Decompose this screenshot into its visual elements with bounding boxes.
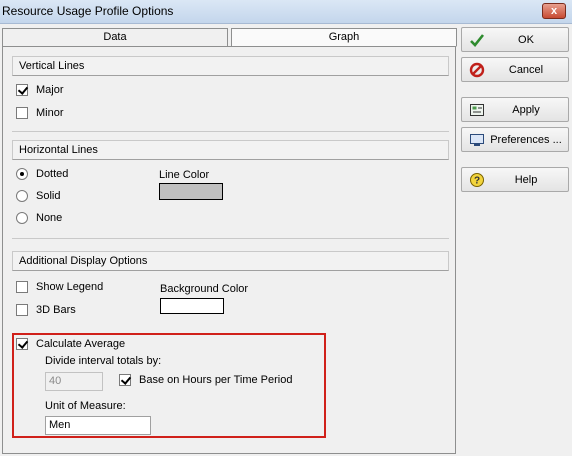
show-legend-label: Show Legend xyxy=(36,281,104,293)
title-bar: Resource Usage Profile Options x xyxy=(0,0,572,24)
line-color-swatch[interactable] xyxy=(159,183,223,200)
base-on-hours-label: Base on Hours per Time Period xyxy=(139,374,293,386)
background-color-label: Background Color xyxy=(160,283,249,295)
none-label: None xyxy=(36,212,63,224)
help-icon: ? xyxy=(470,173,484,187)
vertical-lines-header: Vertical Lines xyxy=(12,56,449,76)
divider xyxy=(12,131,449,132)
3d-bars-row[interactable]: 3D Bars xyxy=(16,304,76,316)
checkmark-icon xyxy=(470,34,485,47)
graph-panel: Vertical Lines Major Minor Horizontal Li… xyxy=(2,46,456,454)
base-on-hours-checkbox[interactable] xyxy=(119,374,131,386)
background-color-swatch[interactable] xyxy=(160,298,224,314)
window-title: Resource Usage Profile Options xyxy=(2,4,174,18)
calculate-average-label: Calculate Average xyxy=(36,338,126,350)
major-label: Major xyxy=(36,84,64,96)
calculate-average-checkbox[interactable] xyxy=(16,338,28,350)
3d-bars-checkbox[interactable] xyxy=(16,304,28,316)
apply-icon xyxy=(470,104,484,116)
dotted-radio-row[interactable]: Dotted xyxy=(16,168,68,180)
cancel-icon xyxy=(469,62,485,78)
major-checkbox[interactable] xyxy=(16,84,28,96)
dotted-radio[interactable] xyxy=(16,168,28,180)
minor-checkbox-row[interactable]: Minor xyxy=(16,107,64,119)
horizontal-lines-header: Horizontal Lines xyxy=(12,140,449,160)
show-legend-checkbox[interactable] xyxy=(16,281,28,293)
svg-text:?: ? xyxy=(474,176,480,187)
tab-data[interactable]: Data xyxy=(2,28,228,47)
preferences-icon xyxy=(470,134,484,146)
line-color-label: Line Color xyxy=(159,169,210,181)
cancel-button[interactable]: Cancel xyxy=(461,57,569,82)
unit-input[interactable]: Men xyxy=(45,416,151,435)
none-radio-row[interactable]: None xyxy=(16,212,62,224)
3d-bars-label: 3D Bars xyxy=(36,304,76,316)
ok-button[interactable]: OK xyxy=(461,27,569,52)
close-button[interactable]: x xyxy=(542,3,566,19)
preferences-button[interactable]: Preferences ... xyxy=(461,127,569,152)
minor-checkbox[interactable] xyxy=(16,107,28,119)
dotted-label: Dotted xyxy=(36,168,69,180)
solid-label: Solid xyxy=(36,190,61,202)
none-radio[interactable] xyxy=(16,212,28,224)
tab-graph[interactable]: Graph xyxy=(231,28,457,47)
calculate-average-row[interactable]: Calculate Average xyxy=(16,338,125,350)
additional-options-header: Additional Display Options xyxy=(12,251,449,271)
divider xyxy=(12,238,449,239)
solid-radio[interactable] xyxy=(16,190,28,202)
minor-label: Minor xyxy=(36,107,64,119)
close-icon: x xyxy=(550,5,558,17)
divide-label: Divide interval totals by: xyxy=(45,355,162,367)
divide-input[interactable]: 40 xyxy=(45,372,103,391)
help-button[interactable]: ? Help xyxy=(461,167,569,192)
apply-button[interactable]: Apply xyxy=(461,97,569,122)
major-checkbox-row[interactable]: Major xyxy=(16,84,64,96)
solid-radio-row[interactable]: Solid xyxy=(16,190,60,202)
show-legend-row[interactable]: Show Legend xyxy=(16,281,103,293)
unit-label: Unit of Measure: xyxy=(45,400,126,412)
base-on-hours-row[interactable]: Base on Hours per Time Period xyxy=(119,374,292,386)
